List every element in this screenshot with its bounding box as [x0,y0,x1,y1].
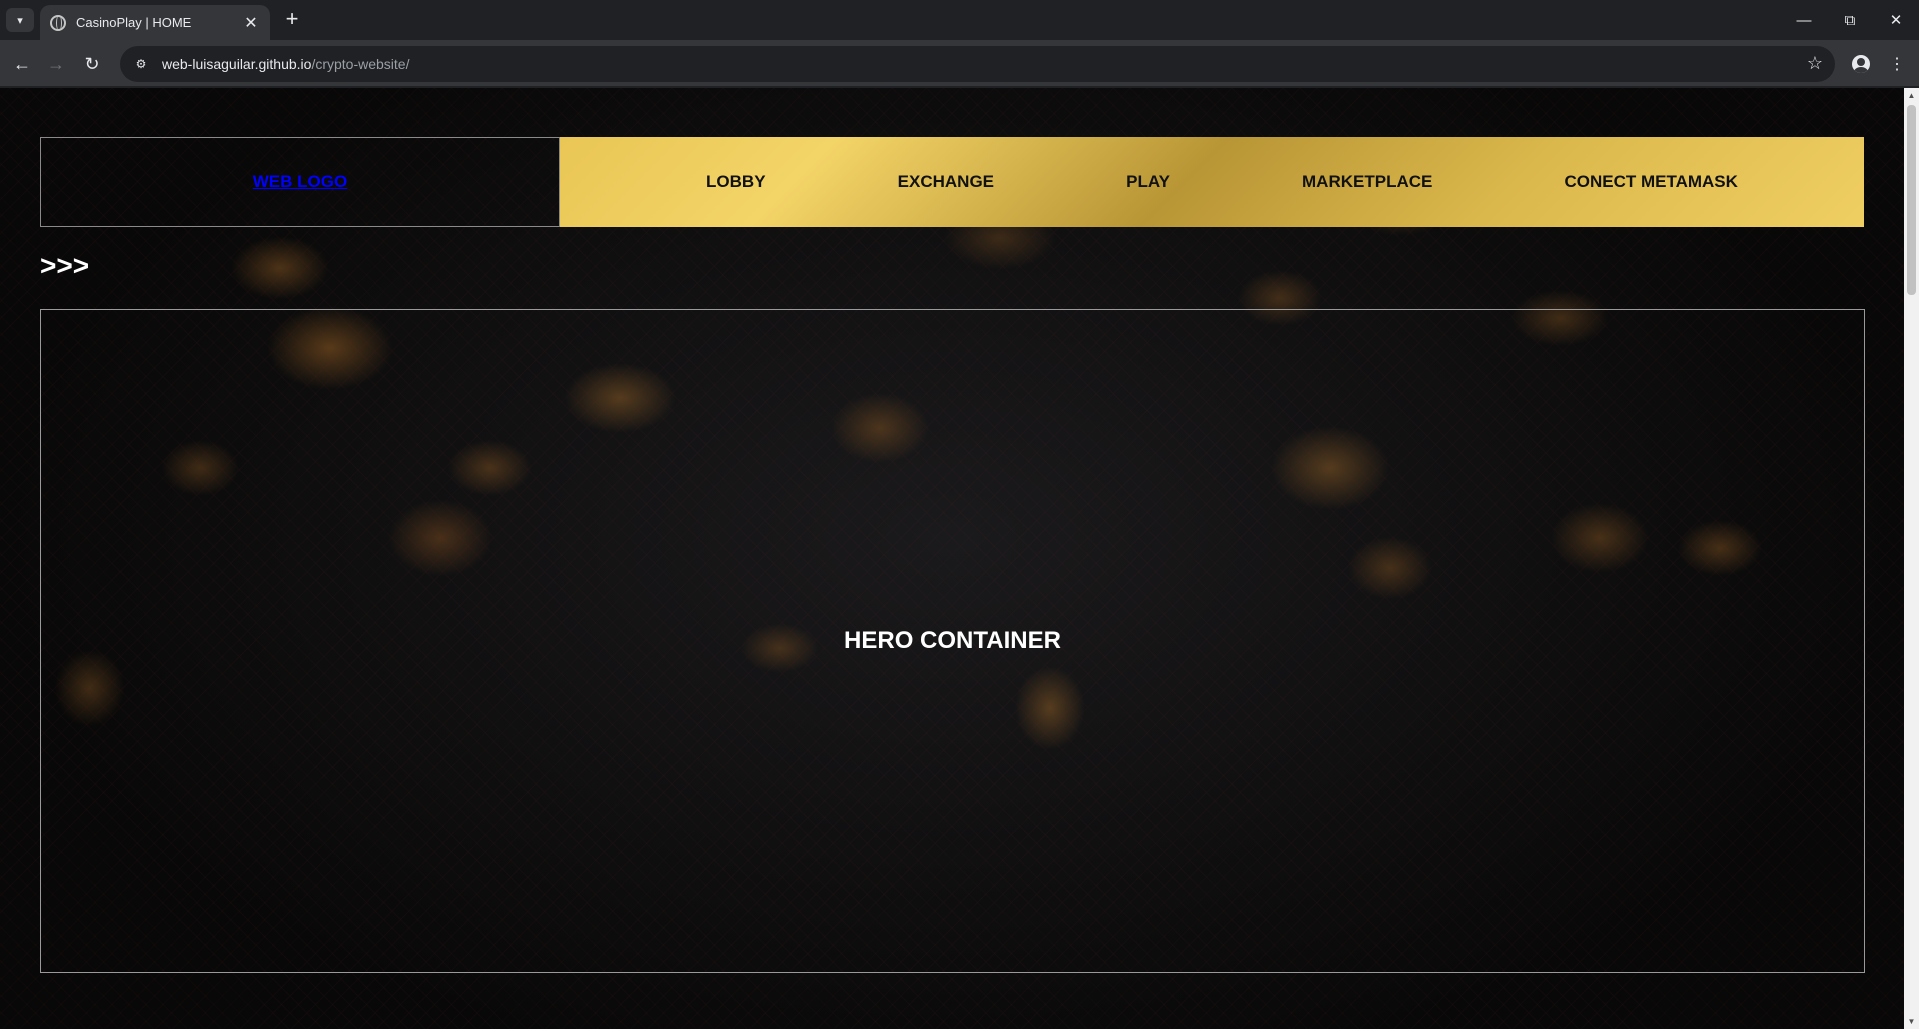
page-scrollbar[interactable]: ▲ ▼ [1904,88,1919,1029]
forward-icon[interactable]: → [42,50,70,78]
nav-exchange[interactable]: EXCHANGE [898,172,994,192]
nav-play[interactable]: PLAY [1126,172,1170,192]
close-icon[interactable]: ✕ [242,13,260,33]
menu-dots-icon[interactable]: ⋮ [1883,50,1911,78]
restore-icon[interactable]: ⧉ [1827,0,1873,40]
site-header: WEB LOGO LOBBY EXCHANGE PLAY MARKETPLACE… [40,137,1864,227]
window-controls: — ⧉ ✕ [1781,0,1919,40]
site-settings-icon[interactable]: ⚙ [132,55,150,73]
browser-tab[interactable]: CasinoPlay | HOME ✕ [40,5,270,40]
arrows-text: >>> [40,250,90,281]
nav-connect-metamask[interactable]: CONECT METAMASK [1564,172,1737,192]
scroll-thumb[interactable] [1907,105,1916,295]
logo-container: WEB LOGO [40,137,560,227]
nav-lobby[interactable]: LOBBY [706,172,766,192]
browser-toolbar: ← → ↻ ⚙ web-luisaguilar.github.io/crypto… [0,40,1919,87]
web-logo-link[interactable]: WEB LOGO [253,172,347,192]
nav-marketplace[interactable]: MARKETPLACE [1302,172,1432,192]
globe-icon [50,14,66,31]
hero-container: HERO CONTAINER [40,309,1865,973]
minimize-icon[interactable]: — [1781,0,1827,40]
reload-icon[interactable]: ↻ [78,50,106,78]
scroll-down-icon[interactable]: ▼ [1904,1014,1919,1029]
profile-icon[interactable] [1847,50,1875,78]
url-host: web-luisaguilar.github.io [162,56,312,72]
close-window-icon[interactable]: ✕ [1873,0,1919,40]
tab-search-icon[interactable]: ▾ [6,8,34,32]
star-icon[interactable]: ☆ [1807,53,1823,74]
back-icon[interactable]: ← [8,50,36,78]
address-bar[interactable]: ⚙ web-luisaguilar.github.io/crypto-websi… [120,46,1835,82]
hero-title: HERO CONTAINER [844,627,1061,654]
main-nav: LOBBY EXCHANGE PLAY MARKETPLACE CONECT M… [560,137,1864,227]
plus-icon[interactable]: + [280,8,304,32]
tab-title: CasinoPlay | HOME [76,15,192,30]
tab-strip: ▾ CasinoPlay | HOME ✕ + — ⧉ ✕ [0,0,1919,40]
scroll-up-icon[interactable]: ▲ [1904,88,1919,103]
page-viewport: WEB LOGO LOBBY EXCHANGE PLAY MARKETPLACE… [0,88,1904,1029]
url-path: /crypto-website/ [311,56,410,72]
